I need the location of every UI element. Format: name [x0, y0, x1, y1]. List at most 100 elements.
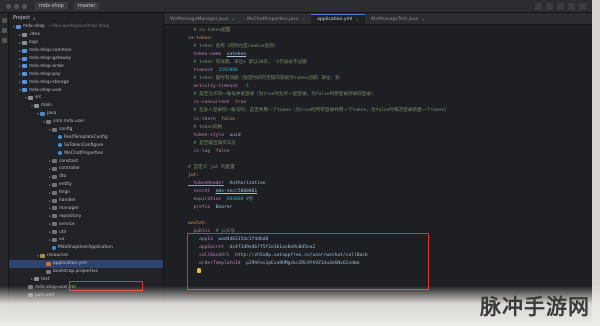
- editor-tab[interactable]: WeChatProperties.java ×: [241, 15, 312, 24]
- tree-item-label: application.yml: [53, 261, 87, 267]
- project-panel-title[interactable]: Project: [13, 15, 30, 21]
- code-line: # token 临时有效期（指定时间内无操作就视为token过期）单位：秒: [188, 75, 592, 83]
- tree-item[interactable]: ▸ manager: [9, 204, 163, 212]
- tree-item[interactable]: ▸ constant: [9, 157, 163, 165]
- tree-item[interactable]: ▸ util: [9, 228, 163, 236]
- tree-item-label: com.mdx.user: [53, 119, 85, 125]
- code-line: wechat:: [188, 220, 592, 228]
- module-folder-icon: [22, 88, 27, 93]
- folder-icon: [34, 103, 39, 108]
- code-token: jwt:: [188, 172, 200, 178]
- src-folder-icon: [40, 111, 45, 116]
- tree-item-label: .idea: [29, 32, 40, 38]
- tree-item[interactable]: ▾ mdx-shop ~/dev-workspace/mdx-shop: [9, 23, 163, 31]
- code-line: timeout: 2592000: [188, 67, 592, 75]
- tree-item[interactable]: ▸ mdx-shop-common: [9, 47, 163, 55]
- tree-item[interactable]: ▸ repository: [9, 212, 163, 220]
- tree-item[interactable]: ▸ mdx-shop-pay: [9, 70, 163, 78]
- structure-tool-icon[interactable]: [1, 38, 7, 43]
- tree-item-label: mdx-shop-order: [29, 63, 65, 69]
- tree-item[interactable]: ▸ dto: [9, 173, 163, 181]
- code-line: expiration: 604800 #秒: [188, 196, 592, 204]
- tree-item-label: repository: [59, 213, 82, 219]
- highlight-box-wechat-config: [187, 233, 429, 290]
- close-window-button[interactable]: [6, 3, 11, 9]
- file-icon: [46, 269, 51, 274]
- code-token: is-log: [188, 148, 211, 154]
- settings-icon[interactable]: [579, 2, 586, 10]
- project-tool-icon[interactable]: [1, 18, 7, 23]
- minimize-window-button[interactable]: [14, 3, 19, 9]
- project-menu[interactable]: mdx-shop: [35, 2, 68, 10]
- tree-item[interactable]: ▸ entity: [9, 181, 163, 189]
- code-line: # 自定义 jwt 的配置: [188, 164, 592, 172]
- tree-item[interactable]: ▸ vo: [9, 236, 163, 244]
- tree-item-label: feign: [59, 190, 71, 196]
- tree-item[interactable]: SaTokenConfigure: [9, 141, 163, 149]
- tree-item[interactable]: bootstrap.properties: [9, 268, 163, 276]
- tree-item[interactable]: ▸ logs: [9, 39, 163, 47]
- run-config-icon[interactable]: [535, 2, 542, 10]
- tree-item-label: RestTemplateConfig: [64, 134, 108, 140]
- tree-item[interactable]: ▾ src: [9, 94, 163, 102]
- tree-item-label: mdx-shop: [23, 24, 45, 30]
- tree-item[interactable]: ▸ handler: [9, 197, 163, 205]
- code-line: prefix: Bearer: [188, 204, 592, 212]
- code-token: 604800: [226, 196, 244, 202]
- close-tab-icon[interactable]: ×: [421, 17, 424, 22]
- search-icon[interactable]: [568, 2, 575, 10]
- package-icon: [52, 182, 57, 187]
- activity-bar: [0, 13, 9, 322]
- watermark-text: 脉冲手游网: [480, 295, 590, 319]
- package-icon: [52, 159, 57, 164]
- tree-item-label: controller: [59, 166, 80, 172]
- class-icon: [52, 245, 56, 250]
- code-line: # token风格: [188, 124, 592, 132]
- maximize-window-button[interactable]: [22, 3, 27, 9]
- close-tab-icon[interactable]: ×: [231, 17, 234, 22]
- run-icon[interactable]: [546, 2, 553, 10]
- package-icon: [52, 214, 57, 219]
- tree-item[interactable]: ▸ mdx-shop-order: [9, 62, 163, 70]
- tree-item[interactable]: ▸ feign: [9, 189, 163, 197]
- editor-tab-label: WeChatProperties.java: [246, 17, 299, 22]
- tree-item[interactable]: application.yml: [9, 259, 163, 268]
- tree-item[interactable]: ▾ config: [9, 126, 163, 134]
- tree-item-path: ~/dev-workspace/mdx-shop: [47, 24, 110, 30]
- tree-item[interactable]: ▸ .idea: [9, 31, 163, 39]
- code-token: token-name: [188, 52, 222, 58]
- tree-item[interactable]: ▸ mdx-shop-gateway: [9, 55, 163, 63]
- code-token: Bearer: [215, 205, 233, 211]
- tree-item[interactable]: ▾ mdx-shop-user: [9, 86, 163, 94]
- tree-item[interactable]: ▾ main: [9, 102, 163, 110]
- tree-item-label: src: [35, 95, 42, 101]
- package-icon: [52, 230, 57, 235]
- editor-tab[interactable]: WxMessageManager.java ×: [164, 15, 241, 24]
- lightbulb-icon[interactable]: [197, 268, 201, 273]
- code-token: # token 名称（同时也是cookie名称）: [188, 44, 279, 50]
- tree-item[interactable]: ▸ mdx-shop-storage: [9, 78, 163, 86]
- tree-item[interactable]: RestTemplateConfig: [9, 133, 163, 141]
- tree-item-label: entity: [59, 182, 72, 188]
- code-token: sa-token:: [188, 36, 213, 42]
- code-token: true: [235, 100, 247, 106]
- branch-selector[interactable]: master: [73, 2, 100, 10]
- tree-item[interactable]: MdxShopUserApplication: [9, 244, 163, 252]
- tree-item[interactable]: ▸ service: [9, 220, 163, 228]
- debug-icon[interactable]: [557, 2, 564, 10]
- chevron-down-icon[interactable]: ▾: [33, 16, 35, 21]
- commit-tool-icon[interactable]: [1, 28, 7, 33]
- editor-tab[interactable]: application.yml ×: [311, 14, 365, 24]
- tree-item[interactable]: ▾ java: [9, 110, 163, 118]
- package-icon: [52, 222, 57, 227]
- code-token: is-concurrent: [188, 100, 230, 106]
- line-gutter: [164, 25, 182, 322]
- editor-tab[interactable]: WxMessageTest.java ×: [365, 15, 431, 24]
- tree-item[interactable]: ▾ com.mdx.user: [9, 118, 163, 126]
- close-tab-icon[interactable]: ×: [355, 17, 358, 22]
- tree-item[interactable]: ▸ controller: [9, 165, 163, 173]
- tree-item[interactable]: WeChatProperties: [9, 149, 163, 157]
- close-tab-icon[interactable]: ×: [302, 17, 305, 22]
- tree-item[interactable]: ▾ resources: [9, 252, 163, 260]
